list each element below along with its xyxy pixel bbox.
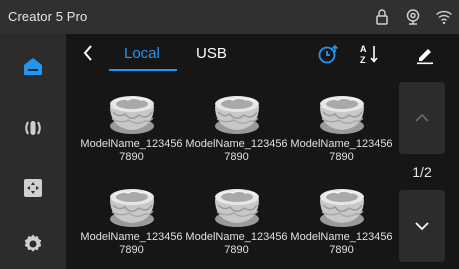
- wifi-icon: [435, 8, 453, 26]
- sort-by-time-button[interactable]: [317, 43, 339, 65]
- sort-by-time-icon: [318, 44, 339, 64]
- home-icon: [24, 58, 42, 75]
- svg-text:A: A: [360, 44, 367, 54]
- printer-name: Creator 5 Pro: [8, 9, 88, 24]
- model-thumbnail: [101, 181, 163, 229]
- file-item[interactable]: ModelName_1234567890: [79, 181, 184, 267]
- file-grid: ModelName_1234567890 ModelName_1234567890…: [66, 84, 396, 269]
- webcam-icon: [404, 8, 422, 26]
- model-thumbnail: [101, 88, 163, 136]
- page-down-button[interactable]: [399, 190, 445, 262]
- edit-button[interactable]: [414, 43, 436, 65]
- lock-icon: [373, 8, 391, 26]
- model-thumbnail: [206, 88, 268, 136]
- model-thumbnail: [206, 181, 268, 229]
- sidebar: [0, 34, 66, 269]
- file-item[interactable]: ModelName_1234567890: [79, 88, 184, 174]
- svg-text:Z: Z: [360, 55, 366, 65]
- status-bar: Creator 5 Pro: [0, 0, 459, 34]
- tab-usb[interactable]: USB: [196, 45, 227, 62]
- sort-alphabetical-button[interactable]: AZ: [359, 43, 381, 65]
- model-thumbnail: [311, 88, 373, 136]
- gear-icon: [24, 234, 42, 252]
- file-item[interactable]: ModelName_1234567890: [184, 181, 289, 267]
- file-name: ModelName_1234567890: [290, 231, 393, 256]
- chevron-down-icon: [415, 222, 429, 231]
- file-name: ModelName_1234567890: [80, 231, 183, 256]
- tab-bar: Local USB AZ: [66, 34, 459, 74]
- status-icons: [373, 7, 453, 27]
- active-tab-indicator: [109, 69, 177, 71]
- back-button[interactable]: [80, 42, 96, 64]
- file-name: ModelName_1234567890: [290, 138, 393, 163]
- file-item[interactable]: ModelName_1234567890: [289, 88, 394, 174]
- file-browser: Local USB AZ ModelName_1234567890 ModelNa…: [66, 34, 459, 269]
- control-icon: [25, 121, 41, 135]
- model-thumbnail: [311, 181, 373, 229]
- sort-alphabetical-icon: AZ: [360, 44, 378, 65]
- file-name: ModelName_1234567890: [185, 138, 288, 163]
- file-name: ModelName_1234567890: [80, 138, 183, 163]
- sidebar-item-home[interactable]: [13, 46, 53, 86]
- page-indicator: 1/2: [412, 164, 432, 180]
- page-up-button[interactable]: [399, 82, 445, 154]
- tab-local[interactable]: Local: [124, 45, 160, 62]
- sidebar-item-control[interactable]: [13, 108, 53, 148]
- sidebar-item-move[interactable]: [13, 168, 53, 208]
- file-name: ModelName_1234567890: [185, 231, 288, 256]
- file-item[interactable]: ModelName_1234567890: [289, 181, 394, 267]
- move-icon: [24, 179, 42, 197]
- chevron-up-icon: [415, 113, 429, 122]
- edit-icon: [417, 49, 433, 65]
- sidebar-item-settings[interactable]: [13, 224, 53, 264]
- file-item[interactable]: ModelName_1234567890: [184, 88, 289, 174]
- chevron-left-icon: [83, 45, 92, 61]
